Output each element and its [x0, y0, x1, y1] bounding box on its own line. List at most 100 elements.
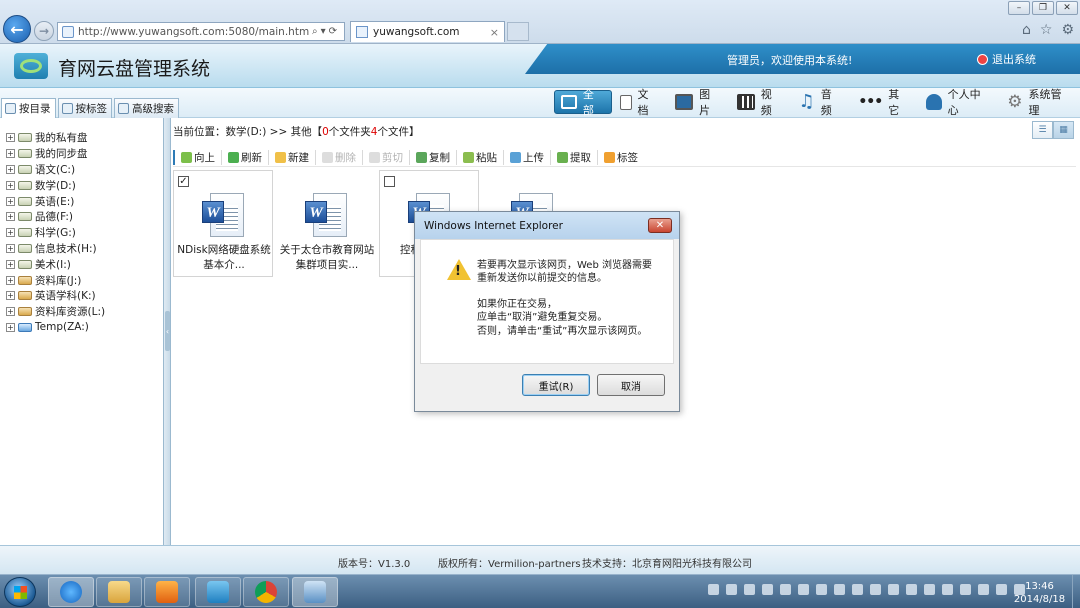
expand-icon[interactable]: +: [6, 164, 15, 174]
file-checkbox[interactable]: [384, 176, 395, 187]
paste-button[interactable]: 粘贴: [456, 149, 503, 165]
tab-close-icon[interactable]: ×: [490, 26, 499, 39]
list-view-icon[interactable]: ☰: [1032, 121, 1053, 139]
tree-item-chinese[interactable]: + 语文(C:): [6, 162, 105, 178]
category-audio[interactable]: ♫ 音频: [791, 88, 851, 117]
tab-by-tag[interactable]: 按标签: [57, 98, 112, 118]
tree-item-english[interactable]: + 英语(E:): [6, 193, 105, 209]
category-video[interactable]: 视频: [729, 88, 791, 117]
category-personal-center[interactable]: 个人中心: [918, 88, 999, 117]
tree-item-math[interactable]: + 数学(D:): [6, 177, 105, 193]
tree-item-english-subject[interactable]: + 英语学科(K:): [6, 288, 105, 304]
tray-app-icon[interactable]: [870, 584, 881, 595]
expand-icon[interactable]: +: [6, 291, 15, 301]
expand-icon[interactable]: +: [6, 275, 15, 285]
tree-item-private-disk[interactable]: + 我的私有盘: [6, 130, 105, 146]
tray-app-icon[interactable]: [816, 584, 827, 595]
minimize-button[interactable]: –: [1008, 1, 1030, 15]
tree-item-library-j[interactable]: + 资料库(J:): [6, 272, 105, 288]
tree-item-library-resources[interactable]: + 资料库资源(L:): [6, 304, 105, 320]
taskbar-chrome-icon[interactable]: [243, 577, 289, 607]
tray-app-icon[interactable]: [762, 584, 773, 595]
extract-button[interactable]: 提取: [550, 149, 597, 165]
expand-icon[interactable]: +: [6, 322, 15, 332]
tray-language-icon[interactable]: [996, 584, 1007, 595]
file-item[interactable]: ✓ W NDisk网络硬盘系统基本介...: [173, 170, 273, 277]
favorites-star-icon[interactable]: ☆: [1040, 22, 1053, 38]
tree-item-sync-disk[interactable]: + 我的同步盘: [6, 146, 105, 162]
refresh-button[interactable]: 刷新: [221, 149, 268, 165]
expand-icon[interactable]: +: [6, 180, 15, 190]
tray-app-icon[interactable]: [852, 584, 863, 595]
category-system-admin[interactable]: ⚙ 系统管理: [999, 88, 1080, 117]
tray-keyboard-icon[interactable]: [708, 584, 719, 595]
cancel-button[interactable]: 取消: [597, 374, 665, 396]
new-tab-button[interactable]: [507, 22, 529, 41]
expand-icon[interactable]: +: [6, 196, 15, 206]
tag-button[interactable]: 标签: [597, 149, 644, 165]
tab-label: 按标签: [75, 103, 108, 115]
tray-arrow-icon[interactable]: [744, 584, 755, 595]
forward-arrow-icon[interactable]: →: [34, 21, 54, 41]
tray-app-icon[interactable]: [780, 584, 791, 595]
clock[interactable]: 13:46 2014/8/18: [1012, 580, 1067, 606]
file-checkbox[interactable]: ✓: [178, 176, 189, 187]
copy-button[interactable]: 复制: [409, 149, 456, 165]
settings-gear-icon[interactable]: ⚙: [1061, 22, 1074, 38]
sidebar-splitter[interactable]: ‹: [164, 118, 171, 545]
tray-app-icon[interactable]: [924, 584, 935, 595]
expand-icon[interactable]: +: [6, 307, 15, 317]
tray-qq-icon[interactable]: [942, 584, 953, 595]
category-other[interactable]: ••• 其它: [850, 88, 917, 117]
new-button[interactable]: 新建: [268, 149, 315, 165]
thumbnail-view-icon[interactable]: ▦: [1053, 121, 1074, 139]
browser-tab[interactable]: yuwangsoft.com ×: [350, 21, 505, 42]
expand-icon[interactable]: +: [6, 228, 15, 238]
home-icon[interactable]: ⌂: [1022, 22, 1031, 38]
file-item[interactable]: W 关于太仓市教育网站集群项目实...: [276, 170, 376, 277]
taskbar-media-player-icon[interactable]: [144, 577, 190, 607]
up-button[interactable]: 向上: [173, 149, 221, 165]
tray-qq-icon[interactable]: [960, 584, 971, 595]
logout-button[interactable]: 退出系统: [977, 51, 1036, 67]
tray-volume-icon[interactable]: [888, 584, 899, 595]
search-refresh-icon[interactable]: ⌕▾⟳: [312, 26, 340, 37]
tray-shield-icon[interactable]: [798, 584, 809, 595]
taskbar-app-window-icon[interactable]: [292, 577, 338, 607]
cut-button[interactable]: 剪切: [362, 149, 409, 165]
tree-item-art[interactable]: + 美术(I:): [6, 256, 105, 272]
tray-speaker-icon[interactable]: [978, 584, 989, 595]
restore-button[interactable]: ❐: [1032, 1, 1054, 15]
upload-button[interactable]: 上传: [503, 149, 550, 165]
start-button[interactable]: [4, 577, 36, 607]
expand-icon[interactable]: +: [6, 133, 15, 143]
expand-icon[interactable]: +: [6, 243, 15, 253]
category-documents[interactable]: 文档: [612, 88, 668, 117]
back-arrow-icon[interactable]: ←: [3, 15, 31, 43]
taskbar-cloud-app-icon[interactable]: [195, 577, 241, 607]
dialog-close-icon[interactable]: ✕: [648, 218, 672, 233]
tree-item-temp[interactable]: + Temp(ZA:): [6, 320, 105, 336]
tree-item-science[interactable]: + 科学(G:): [6, 225, 105, 241]
tree-item-morality[interactable]: + 品德(F:): [6, 209, 105, 225]
close-window-button[interactable]: ✕: [1056, 1, 1078, 15]
tree-item-it[interactable]: + 信息技术(H:): [6, 241, 105, 257]
retry-button[interactable]: 重试(R): [522, 374, 590, 396]
tab-by-directory[interactable]: 按目录: [1, 98, 56, 118]
expand-icon[interactable]: +: [6, 259, 15, 269]
expand-icon[interactable]: +: [6, 149, 15, 159]
collapse-arrow-icon[interactable]: ‹: [165, 311, 170, 351]
tab-advanced-search[interactable]: 高级搜索: [114, 98, 179, 118]
tray-app-icon[interactable]: [906, 584, 917, 595]
expand-icon[interactable]: +: [6, 212, 15, 222]
category-images[interactable]: 图片: [667, 88, 729, 117]
address-url[interactable]: http://www.yuwangsoft.com:5080/main.htm: [78, 26, 309, 38]
show-desktop-button[interactable]: [1072, 575, 1080, 608]
taskbar-explorer-icon[interactable]: [96, 577, 142, 607]
tray-app-icon[interactable]: [834, 584, 845, 595]
category-all[interactable]: 全部: [554, 88, 612, 117]
taskbar-ie-icon[interactable]: [48, 577, 94, 607]
tray-help-icon[interactable]: [726, 584, 737, 595]
address-bar[interactable]: http://www.yuwangsoft.com:5080/main.htm …: [57, 22, 345, 41]
delete-button[interactable]: 删除: [315, 149, 362, 165]
